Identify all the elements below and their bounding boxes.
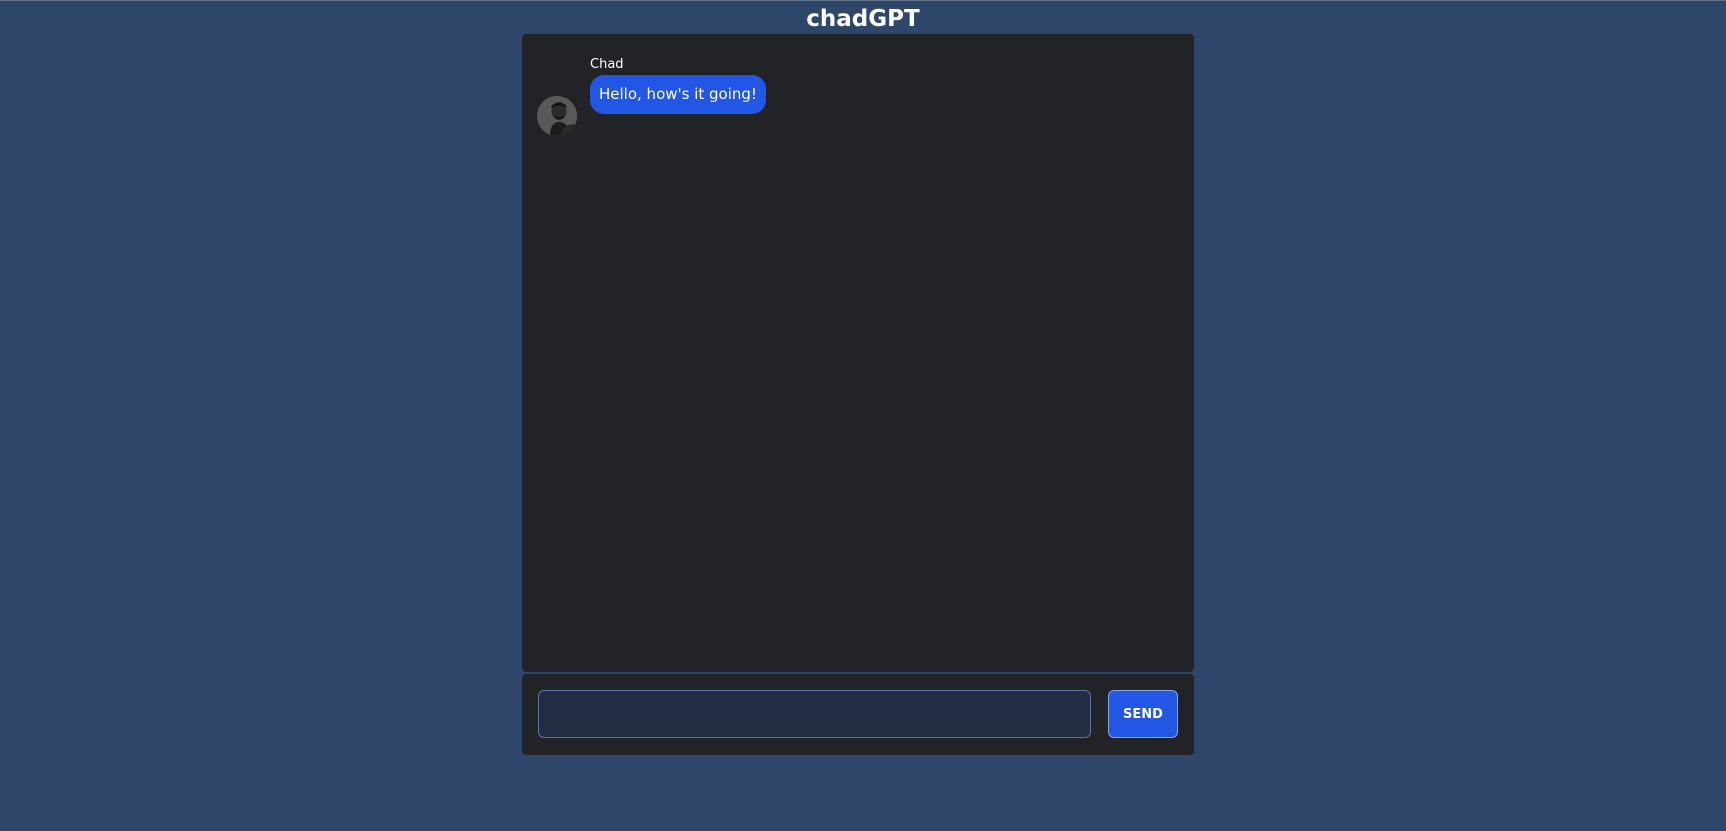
message-bubble: Hello, how's it going! [590, 75, 766, 114]
user-avatar-icon [537, 96, 577, 136]
message-input[interactable] [538, 690, 1091, 738]
chat-messages-panel: Chad Hello, how's it going! [522, 34, 1194, 672]
send-button[interactable]: SEND [1108, 690, 1178, 738]
sender-name: Chad [590, 57, 624, 72]
avatar [537, 96, 577, 136]
message-composer: SEND [522, 674, 1194, 755]
app-title: chadGPT [806, 6, 920, 32]
